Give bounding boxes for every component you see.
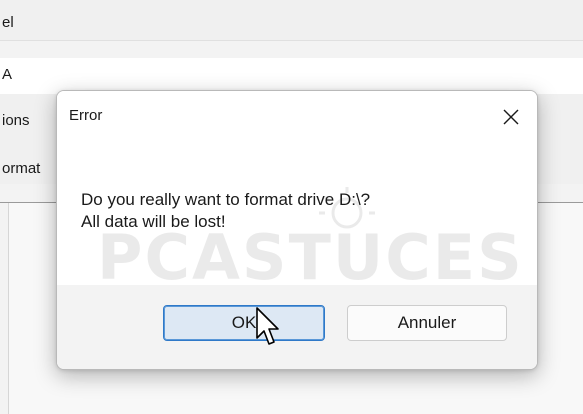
- close-icon: [503, 109, 519, 125]
- close-button[interactable]: [489, 97, 533, 137]
- message-line-1: Do you really want to format drive D:\?: [81, 190, 371, 209]
- dialog-message: Do you really want to format drive D:\? …: [81, 189, 370, 233]
- cancel-button-label: Annuler: [397, 313, 457, 332]
- background-row-3-label: ions: [2, 112, 30, 129]
- background-row-1: el: [0, 0, 583, 41]
- cancel-button[interactable]: Annuler: [347, 305, 507, 341]
- background-row-4-label: ormat: [2, 160, 41, 177]
- dialog-content: PCASTUCES Do you really want to format d…: [57, 143, 537, 294]
- ok-button[interactable]: OK: [163, 305, 325, 341]
- dialog-title: Error: [69, 107, 103, 124]
- background-row-1-label: el: [2, 14, 14, 31]
- dialog-title-bar[interactable]: Error: [57, 91, 537, 143]
- dialog-footer: OK Annuler: [57, 285, 537, 369]
- background-row-2-label: A: [2, 66, 13, 83]
- message-line-2: All data will be lost!: [81, 212, 226, 231]
- error-dialog: Error PCASTUCES Do you really want to fo…: [56, 90, 538, 370]
- ok-button-label: OK: [231, 313, 257, 332]
